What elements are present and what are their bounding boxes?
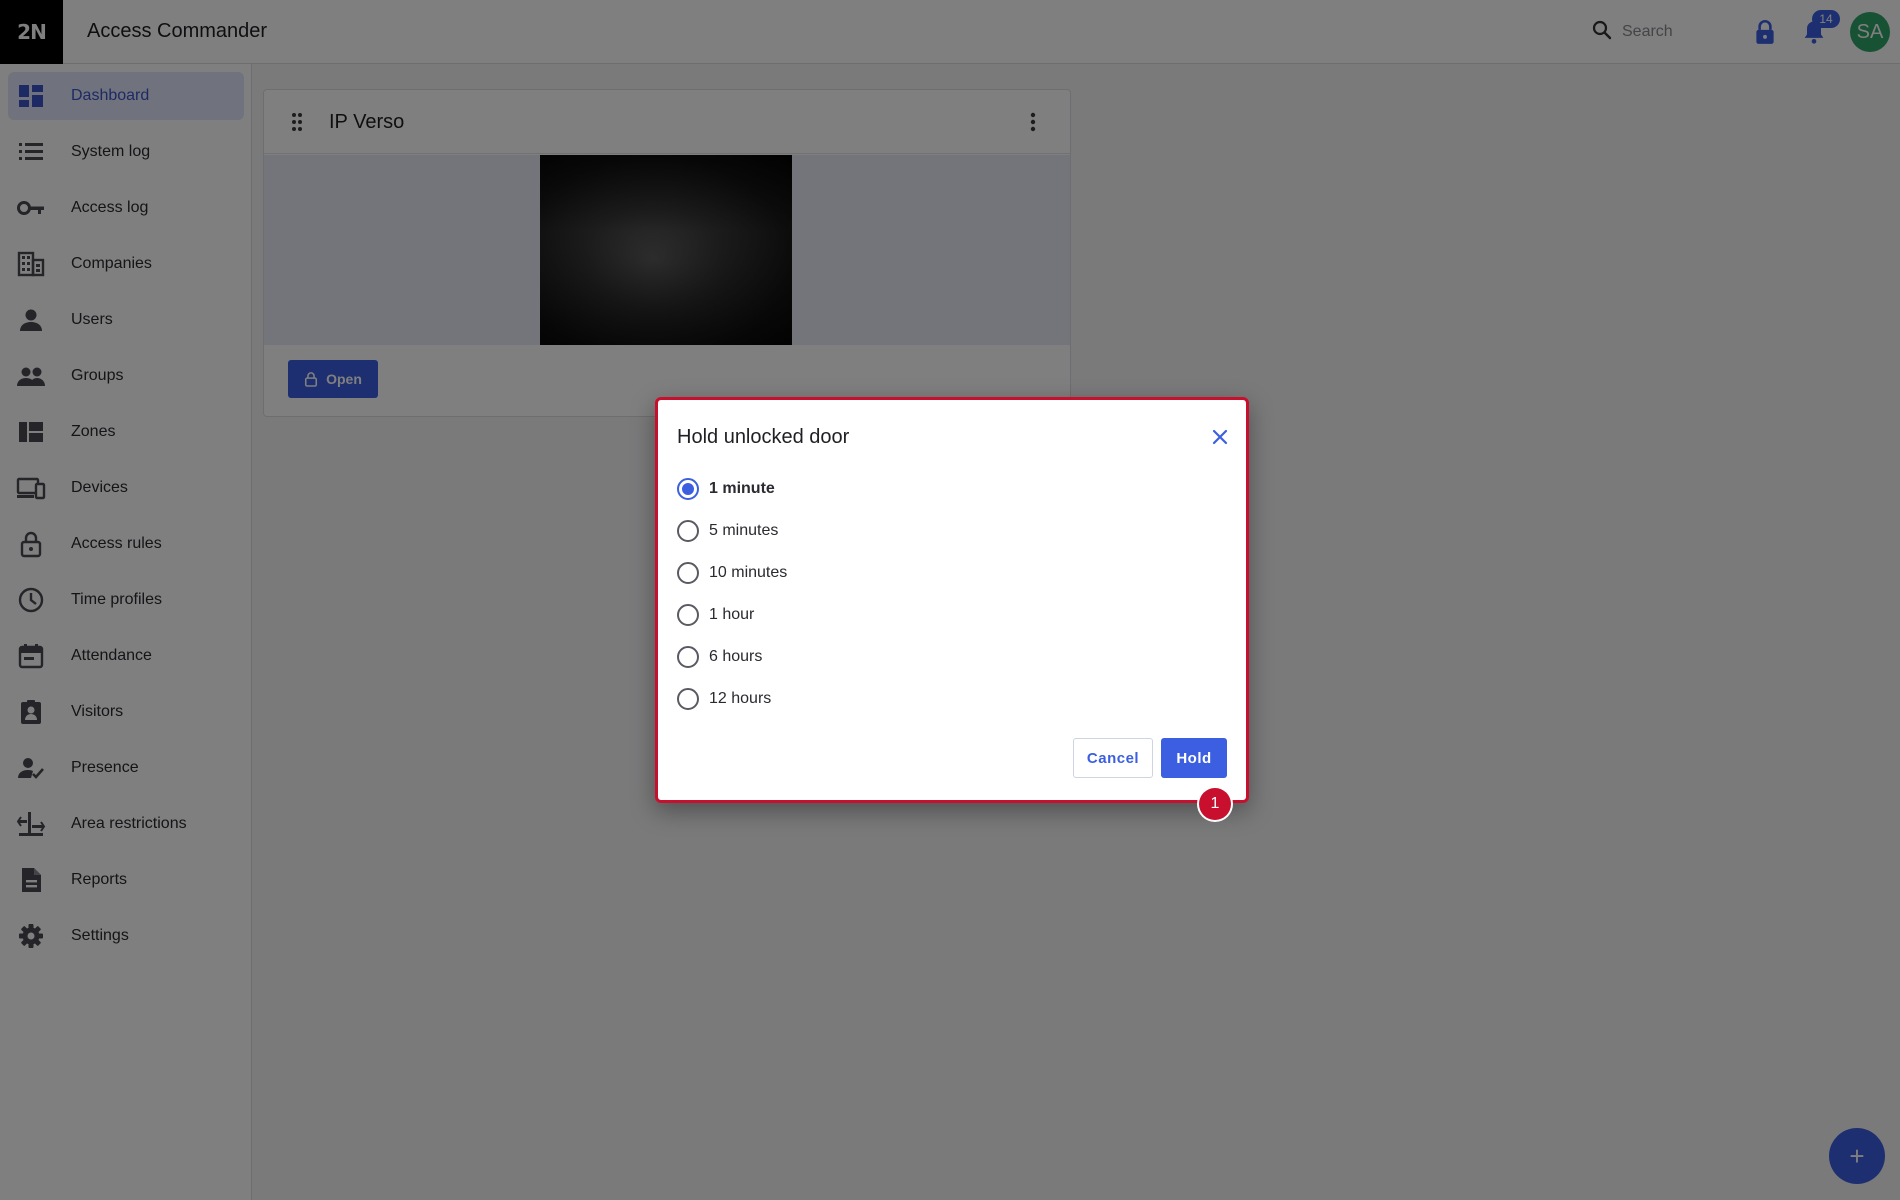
radio-button[interactable]	[677, 478, 699, 500]
radio-label: 12 hours	[709, 690, 772, 707]
radio-option-1-minute[interactable]: 1 minute	[677, 476, 775, 502]
radio-option-5-minutes[interactable]: 5 minutes	[677, 518, 778, 544]
radio-button[interactable]	[677, 520, 699, 542]
radio-option-1-hour[interactable]: 1 hour	[677, 602, 754, 628]
radio-option-10-minutes[interactable]: 10 minutes	[677, 560, 787, 586]
radio-label: 10 minutes	[709, 564, 788, 581]
radio-label: 1 minute	[709, 480, 775, 497]
radio-label: 1 hour	[709, 606, 755, 623]
step-marker-badge: 1	[1199, 788, 1231, 820]
close-icon[interactable]	[1208, 425, 1232, 449]
radio-option-12-hours[interactable]: 12 hours	[677, 686, 771, 712]
dialog-title: Hold unlocked door	[677, 426, 850, 448]
radio-label: 6 hours	[709, 648, 763, 665]
radio-button[interactable]	[677, 562, 699, 584]
radio-label: 5 minutes	[709, 522, 779, 539]
hold-button[interactable]: Hold	[1161, 738, 1227, 778]
cancel-button[interactable]: Cancel	[1073, 738, 1153, 778]
radio-button[interactable]	[677, 688, 699, 710]
radio-option-6-hours[interactable]: 6 hours	[677, 644, 762, 670]
radio-button[interactable]	[677, 604, 699, 626]
hold-unlocked-door-dialog: Hold unlocked door 1 minute 5 minutes 10…	[655, 397, 1249, 803]
radio-button[interactable]	[677, 646, 699, 668]
